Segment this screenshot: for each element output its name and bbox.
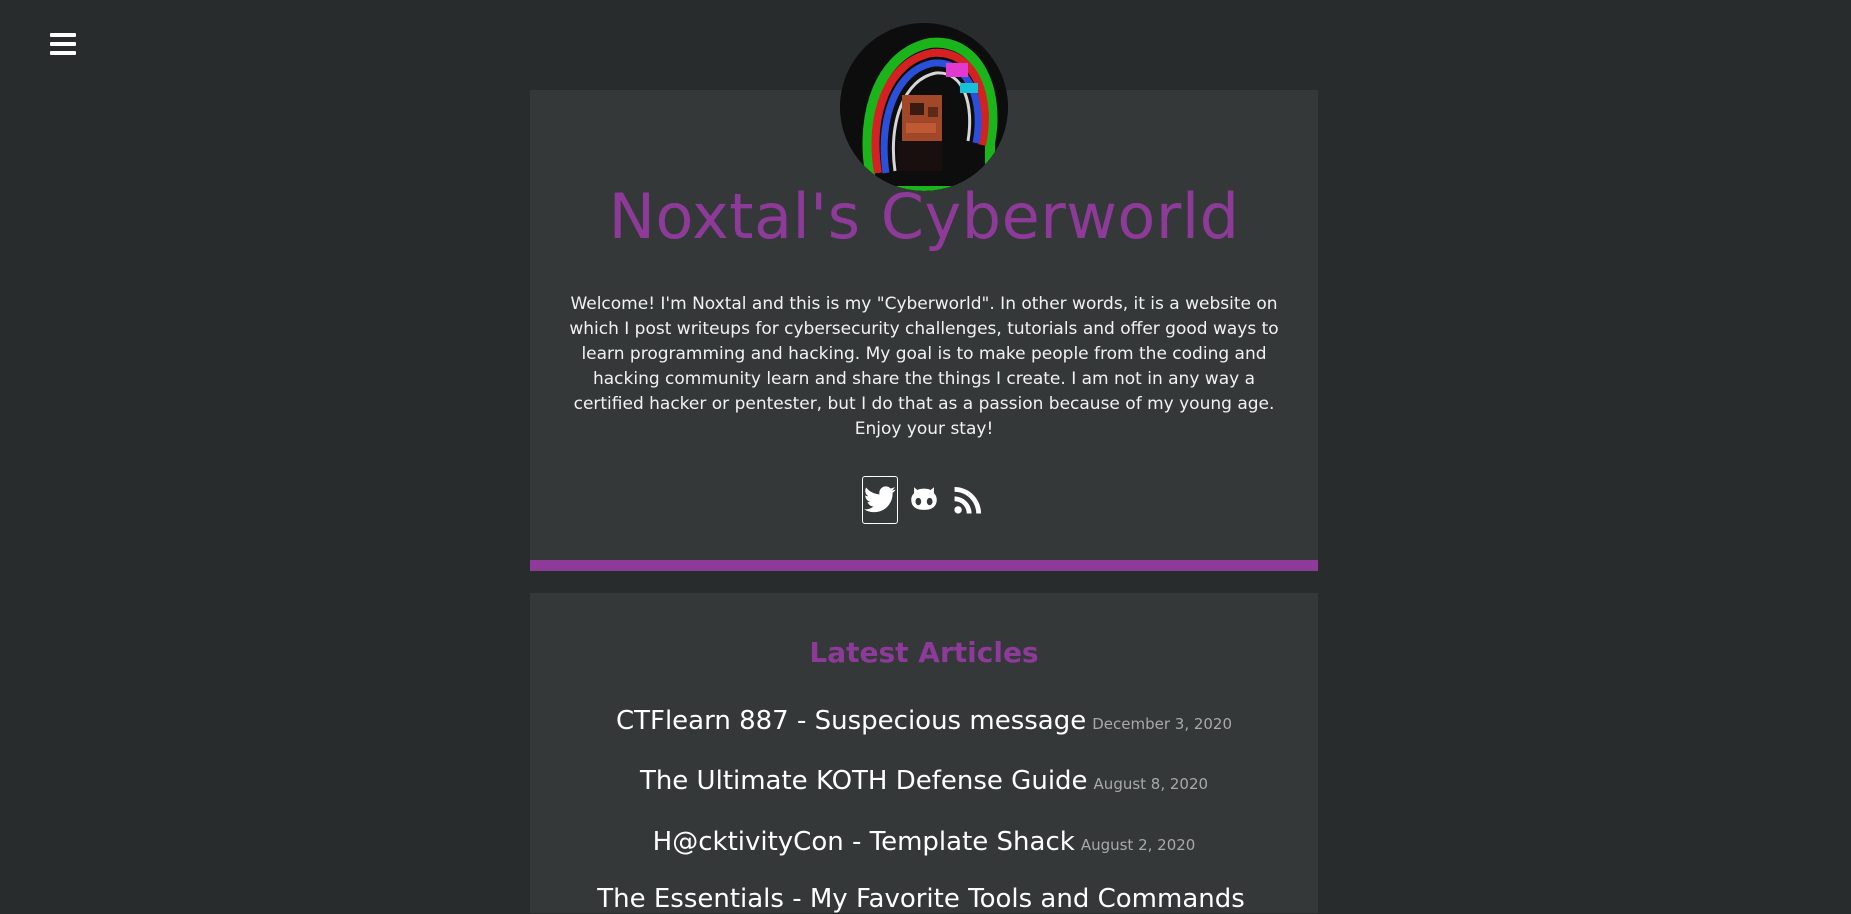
article-link[interactable]: The Ultimate KOTH Defense Guide (640, 766, 1088, 796)
article-item: CTFlearn 887 - Suspecious message Decembe… (530, 706, 1318, 736)
hamburger-menu-icon[interactable] (50, 33, 80, 61)
rss-icon (954, 486, 982, 514)
twitter-icon (863, 486, 896, 513)
article-item: The Essentials - My Favorite Tools and C… (530, 884, 1318, 914)
article-link[interactable]: The Essentials - My Favorite Tools and C… (597, 884, 1245, 914)
article-date: August 8, 2020 (1093, 775, 1209, 793)
article-link[interactable]: CTFlearn 887 - Suspecious message (616, 706, 1086, 736)
intro-text: Welcome! I'm Noxtal and this is my "Cybe… (569, 294, 1279, 439)
social-links (530, 476, 1318, 524)
article-date: December 3, 2020 (1092, 715, 1233, 733)
twitter-link[interactable] (862, 476, 898, 524)
article-link[interactable]: H@cktivityCon - Template Shack (653, 827, 1075, 857)
article-date: August 2, 2020 (1080, 836, 1196, 854)
github-icon (911, 487, 937, 510)
rss-link[interactable] (950, 476, 986, 524)
latest-articles-heading: Latest Articles (809, 636, 1039, 669)
github-link[interactable] (906, 476, 942, 524)
article-item: H@cktivityCon - Template Shack August 2, … (530, 827, 1318, 857)
article-item: The Ultimate KOTH Defense Guide August 8,… (530, 766, 1318, 796)
avatar (840, 23, 1008, 191)
